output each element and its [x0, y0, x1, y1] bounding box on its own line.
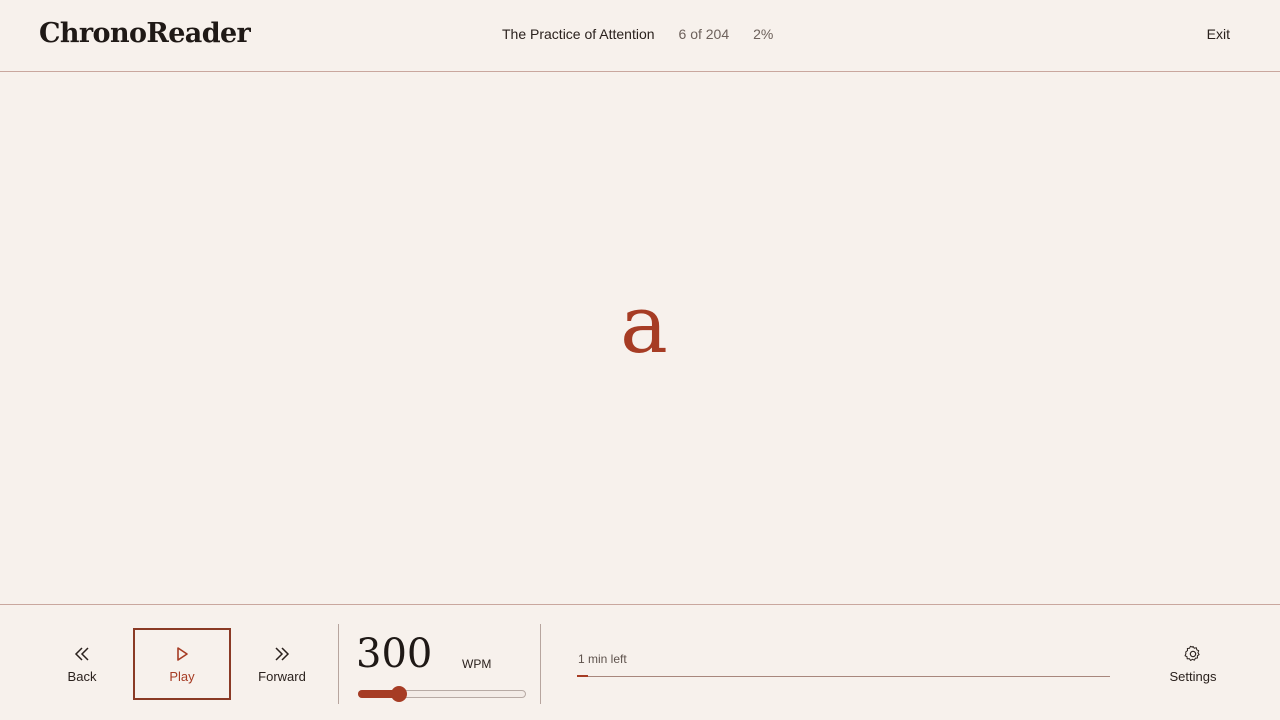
gear-icon	[1184, 645, 1200, 661]
word-position: 6 of 204	[678, 26, 730, 42]
play-label: Play	[169, 669, 195, 684]
progress-percent: 2%	[753, 26, 774, 42]
exit-button[interactable]: Exit	[1207, 26, 1230, 42]
divider	[540, 624, 541, 704]
speed-slider-thumb[interactable]	[391, 686, 407, 702]
back-label: Back	[67, 669, 97, 684]
speed-slider[interactable]	[358, 686, 526, 702]
settings-button[interactable]: Settings	[1144, 628, 1242, 700]
wpm-value: 300	[356, 631, 433, 677]
document-info: The Practice of Attention 6 of 204 2%	[502, 26, 773, 42]
back-button[interactable]: Back	[33, 628, 131, 700]
app-logo: ChronoReader	[39, 18, 251, 49]
play-triangle-icon	[177, 647, 188, 661]
document-title: The Practice of Attention	[502, 26, 655, 42]
play-button[interactable]: Play	[133, 628, 231, 700]
progress-fill	[577, 675, 588, 677]
forward-button[interactable]: Forward	[233, 628, 331, 700]
forward-label: Forward	[258, 669, 306, 684]
wpm-unit: WPM	[462, 657, 492, 671]
top-bar: ChronoReader The Practice of Attention 6…	[0, 0, 1280, 72]
reader-app: ChronoReader The Practice of Attention 6…	[0, 0, 1280, 720]
progress-track	[577, 676, 1110, 677]
time-left: 1 min left	[578, 652, 627, 666]
current-word: a	[620, 278, 668, 371]
divider	[338, 624, 339, 704]
double-chevron-right-icon	[275, 647, 290, 661]
settings-label: Settings	[1169, 669, 1217, 684]
reading-area: a	[0, 72, 1280, 604]
double-chevron-left-icon	[74, 647, 89, 661]
reading-progress-bar[interactable]	[577, 675, 1110, 679]
control-bar: Back Play Forward 300 WPM 1 min left Set…	[0, 604, 1280, 720]
